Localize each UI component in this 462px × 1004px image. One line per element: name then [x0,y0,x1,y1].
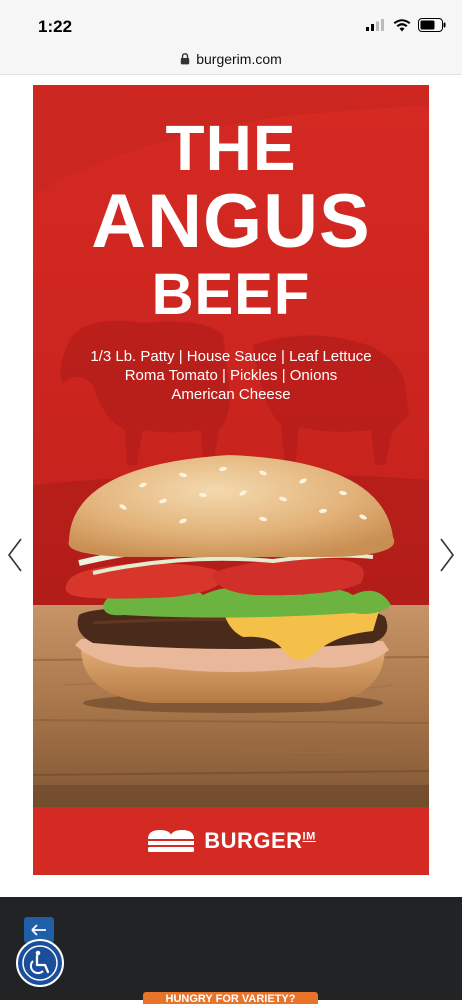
status-bar: 1:22 [0,0,462,44]
address-bar[interactable]: burgerim.com [0,44,462,75]
battery-icon [418,18,446,32]
headline-beef: BEEF [151,262,311,327]
burgerim-logo-icon [148,830,195,852]
promo-poster: THE ANGUS BEEF 1/3 Lb. Patty | House Sau… [33,85,429,875]
brand-name: BURGERIM [204,828,316,854]
brand-bar: BURGERIM [33,807,429,875]
page-content: THE ANGUS BEEF 1/3 Lb. Patty | House Sau… [0,75,462,897]
headline-angus: ANGUS [91,179,371,264]
brand-name-suffix: IM [302,830,316,843]
carousel-next-arrow-icon[interactable] [437,535,457,575]
signal-icon [366,19,384,31]
ingredients-list: 1/3 Lb. Patty | House Sauce | Leaf Lettu… [33,347,429,404]
footer: HUNGRY FOR VARIETY? [0,897,462,1004]
status-icons [366,18,446,32]
ingredients-line: Roma Tomato | Pickles | Onions [124,367,338,384]
ingredients-line: 1/3 Lb. Patty | House Sauce | Leaf Lettu… [90,348,372,365]
status-time: 1:22 [38,17,73,36]
arrow-left-icon [31,924,46,936]
lock-icon [181,53,190,65]
url-text: burgerim.com [196,51,282,67]
brand-name-main: BURGER [204,828,303,853]
carousel-prev-arrow-icon[interactable] [5,535,25,575]
accessibility-icon [22,945,58,981]
headline-the: THE [165,112,297,184]
wifi-icon [393,18,411,31]
accessibility-button[interactable] [16,939,64,987]
promo-button[interactable]: HUNGRY FOR VARIETY? [143,992,318,1004]
burger-image [65,455,395,713]
ingredients-line: American Cheese [171,386,291,403]
